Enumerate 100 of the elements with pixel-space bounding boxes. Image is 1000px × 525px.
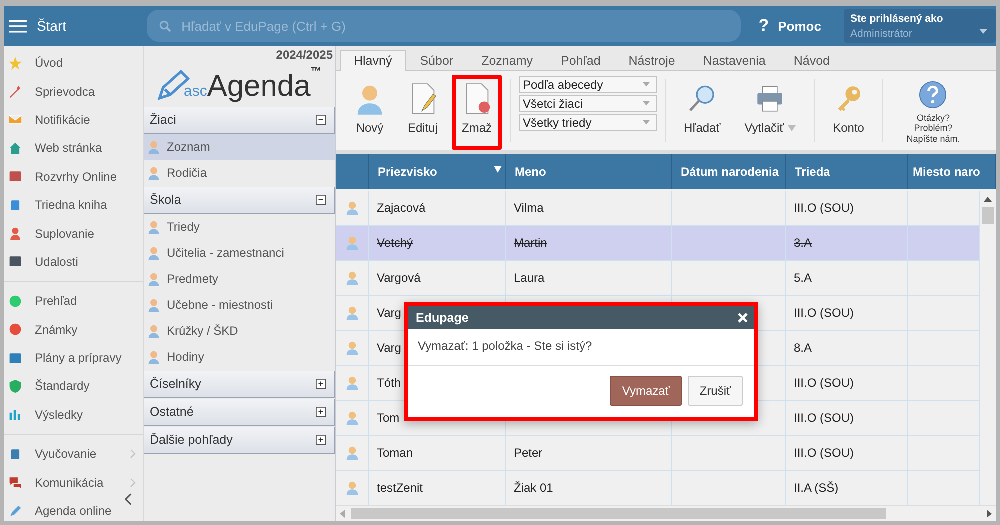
- search-field[interactable]: Hľadať v EduPage (Ctrl + G): [146, 10, 741, 42]
- close-icon[interactable]: [738, 312, 748, 322]
- sidebar-item[interactable]: Udalosti: [4, 248, 143, 276]
- help-button[interactable]: ? Pomoc: [752, 15, 836, 37]
- tab[interactable]: Pohľad: [546, 50, 615, 71]
- scroll-thumb[interactable]: [351, 508, 886, 519]
- bar-chart-icon: [9, 408, 22, 422]
- scroll-right-icon[interactable]: [987, 510, 992, 518]
- sidebar-item[interactable]: Výsledky: [4, 400, 143, 430]
- collapse-icon[interactable]: [316, 195, 326, 205]
- sidebar-item[interactable]: Suplovanie: [4, 219, 143, 248]
- sidebar-item[interactable]: Web stránka: [4, 134, 143, 163]
- sidebar-item[interactable]: Plány a prípravy: [4, 344, 143, 372]
- sidebar-item[interactable]: Notifikácie: [4, 106, 143, 134]
- nav-item[interactable]: Krúžky / ŠKD: [144, 318, 335, 344]
- table-cell: Vargová: [377, 271, 421, 285]
- nav-item[interactable]: Učebne - miestnosti: [144, 292, 335, 318]
- trademark-sign: ™: [310, 66, 322, 78]
- toolbar-button[interactable]: Nový: [346, 75, 394, 150]
- user-label: Ste prihlásený ako: [850, 12, 944, 24]
- caret-icon: [643, 120, 650, 125]
- expand-icon[interactable]: [316, 379, 326, 389]
- sidebar-item[interactable]: Vyučovanie: [4, 440, 143, 468]
- user-menu[interactable]: Ste prihlásený ako Administrátor: [844, 9, 996, 43]
- account-button[interactable]: Konto: [823, 75, 874, 150]
- sidebar-item[interactable]: Štandardy: [4, 372, 143, 401]
- shield-icon: [9, 380, 22, 393]
- column-header[interactable]: Meno: [506, 154, 672, 189]
- person-icon: [9, 227, 22, 240]
- tab[interactable]: Súbor: [406, 50, 468, 71]
- tab[interactable]: Zoznamy: [468, 50, 547, 71]
- toolbar-button[interactable]: Hľadať: [674, 75, 731, 150]
- sidebar-item[interactable]: Úvod: [4, 49, 143, 78]
- sidebar-item[interactable]: Agenda online: [4, 496, 143, 521]
- table-cell: Varg: [377, 306, 402, 320]
- pencil-icon: [9, 504, 22, 518]
- tab[interactable]: Hlavný: [340, 50, 406, 71]
- filter-dropdown[interactable]: Všetci žiaci: [519, 95, 658, 112]
- nav-item[interactable]: Predmety: [144, 266, 335, 292]
- menu-icon[interactable]: [9, 18, 27, 34]
- table-cell: 5.A: [794, 271, 812, 285]
- table-cell: 3.A: [794, 236, 812, 250]
- toolbar-button[interactable]: Vytlačiť: [734, 75, 806, 150]
- scroll-up-icon[interactable]: [984, 197, 992, 202]
- sidebar-item[interactable]: Triedna kniha: [4, 190, 143, 220]
- section-header[interactable]: Ostatné: [144, 399, 335, 426]
- horizontal-scrollbar[interactable]: [336, 505, 996, 521]
- person-icon: [346, 305, 358, 321]
- table-cell: III.O (SOU): [794, 201, 854, 215]
- column-header[interactable]: Trieda: [786, 154, 908, 189]
- table-cell: 8.A: [794, 341, 812, 355]
- section-header[interactable]: Číselníky: [144, 371, 335, 398]
- column-header[interactable]: Miesto naro: [908, 154, 996, 189]
- app-title[interactable]: Štart: [36, 18, 147, 34]
- column-header[interactable]: Dátum narodenia: [672, 154, 786, 189]
- table-cell: Laura: [514, 271, 545, 285]
- nav-item[interactable]: Rodičia: [144, 160, 335, 186]
- column-header[interactable]: Priezvisko: [369, 154, 506, 189]
- table-cell: Tom: [377, 411, 400, 425]
- toolbar-button[interactable]: Edituj: [398, 75, 448, 150]
- sidebar-item[interactable]: Komunikácia: [4, 468, 143, 497]
- cancel-button[interactable]: Zrušiť: [688, 376, 743, 406]
- scroll-thumb[interactable]: [982, 207, 994, 224]
- filter-dropdown[interactable]: Podľa abecedy: [519, 76, 658, 93]
- table-row[interactable]: Vargová Laura 5.A: [336, 261, 980, 296]
- sidebar-item[interactable]: Prehľad: [4, 287, 143, 316]
- collapse-icon[interactable]: [316, 115, 326, 125]
- table-cell: III.O (SOU): [794, 411, 854, 425]
- filter-dropdown[interactable]: Všetky triedy: [519, 114, 658, 131]
- tab[interactable]: Nastavenia: [689, 50, 780, 71]
- nav-item[interactable]: Hodiny: [144, 344, 335, 370]
- sidebar-item[interactable]: Známky: [4, 316, 143, 344]
- toolbar-button[interactable]: Zmaž: [452, 75, 502, 150]
- sidebar-item[interactable]: Rozvrhy Online: [4, 162, 143, 191]
- sidebar-item[interactable]: Sprievodca: [4, 77, 143, 106]
- caret-icon: [643, 82, 650, 87]
- table-cell: Martin: [514, 236, 548, 250]
- table-cell: Žiak 01: [514, 481, 554, 495]
- collapse-icon[interactable]: [125, 493, 132, 506]
- person-icon: [346, 410, 358, 426]
- nav-item[interactable]: Triedy: [144, 214, 335, 240]
- section-header[interactable]: Ďalšie pohľady: [144, 427, 335, 454]
- sort-arrow-icon[interactable]: [494, 166, 502, 173]
- table-row[interactable]: Toman Peter III.O (SOU): [336, 436, 980, 471]
- person-icon: [346, 270, 358, 286]
- section-header[interactable]: Žiaci: [144, 107, 335, 134]
- nav-item[interactable]: Zoznam: [144, 134, 335, 160]
- search-icon: [158, 20, 172, 33]
- expand-icon[interactable]: [316, 407, 326, 417]
- house-icon: [9, 142, 22, 155]
- tab[interactable]: Návod: [780, 50, 844, 71]
- feedback-button[interactable]: Otázky? Problém? Napíšte nám.: [891, 75, 976, 150]
- tab[interactable]: Nástroje: [614, 50, 690, 71]
- section-header[interactable]: Škola: [144, 187, 335, 214]
- user-name: Administrátor: [850, 28, 912, 40]
- expand-icon[interactable]: [316, 435, 326, 445]
- delete-button[interactable]: Vymazať: [610, 376, 682, 406]
- table-row[interactable]: Vetchý Martin 3.A: [336, 226, 980, 261]
- nav-item[interactable]: Učitelia - zamestnanci: [144, 240, 335, 266]
- school-year: 2024/2025: [275, 47, 334, 62]
